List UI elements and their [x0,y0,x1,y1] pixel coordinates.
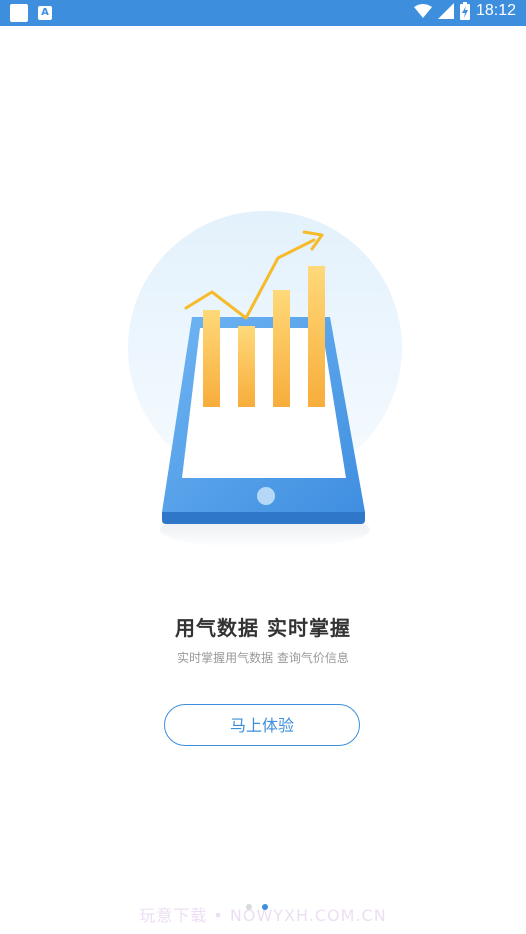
status-time: 18:12 [475,2,516,19]
notification-square-icon [10,4,28,22]
bar-3 [273,290,290,407]
wifi-icon [413,4,432,18]
tablet-chart-illustration [128,211,402,548]
page-dot-2[interactable] [262,904,268,910]
page-dot-1[interactable] [246,904,252,910]
start-experience-button[interactable]: 马上体验 [164,704,360,746]
signal-icon [437,3,454,19]
onboarding-title: 用气数据 实时掌握 [175,616,351,640]
bar-2 [238,326,255,407]
status-right: 18:12 [413,2,516,20]
home-button [257,487,275,505]
app-a-icon: A [38,6,52,20]
tablet-edge [162,512,365,524]
bar-1 [203,310,220,407]
bar-4 [308,266,325,407]
status-bar: A 18:12 [0,0,526,26]
battery-charging-icon [459,2,470,20]
status-left: A [10,4,52,22]
page-indicator [246,904,268,910]
onboarding-subtitle: 实时掌握用气数据 查询气价信息 [177,651,349,665]
